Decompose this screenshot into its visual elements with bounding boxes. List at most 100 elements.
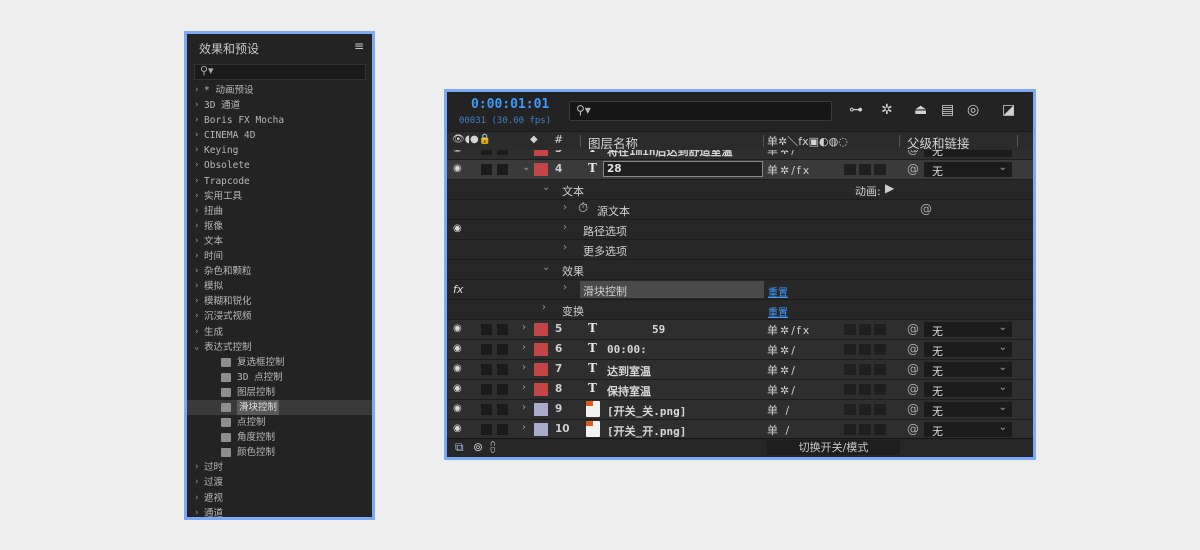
expand-chevron-icon[interactable]: › <box>522 402 526 413</box>
expand-chevron-icon[interactable]: › <box>194 143 199 158</box>
visibility-eye-icon[interactable]: ◉ <box>453 363 462 374</box>
layer-name[interactable]: [开关_关.png] <box>607 403 686 419</box>
parent-dropdown[interactable]: 无⌄ <box>924 382 1012 398</box>
layer-switches[interactable]: 单✲/ <box>767 362 797 378</box>
parent-dropdown[interactable]: 无⌄ <box>924 422 1012 438</box>
layer-row[interactable]: ◉ › 10 [开关_开.png] 单 / @ 无 ⌄ <box>447 420 1033 440</box>
effect-category[interactable]: › 扭曲 <box>187 204 372 219</box>
layer-row[interactable]: ◉ › 9 [开关_关.png] 单 / @ 无 ⌄ <box>447 400 1033 420</box>
transform-row[interactable]: › 变换 重置 <box>447 300 1033 320</box>
layer-switches[interactable]: 单 / <box>767 402 791 418</box>
parent-dropdown[interactable]: 无⌄ <box>924 162 1012 178</box>
transfer-controls-icon[interactable]: ⊚ <box>473 440 483 454</box>
graph-editor-icon[interactable]: ◪ <box>1002 102 1015 118</box>
layer-row[interactable]: ◉ › 8 T 保持室温 单✲/ @ 无 ⌄ <box>447 380 1033 400</box>
expand-chevron-icon[interactable]: › <box>522 422 526 433</box>
expand-chevron-icon[interactable]: › <box>520 150 524 153</box>
layer-row[interactable]: ◉ › 3 T 将在1min后达到舒适室温 单✲/ @ 无⌄ <box>447 150 1033 160</box>
effect-category[interactable]: › 文本 <box>187 234 372 249</box>
parent-dropdown[interactable]: 无⌄ <box>924 342 1012 358</box>
label-column-icon[interactable]: ◆ <box>530 134 538 145</box>
label-color-swatch[interactable] <box>534 163 548 176</box>
frame-blending-icon[interactable]: ▤ <box>941 102 954 118</box>
effect-name[interactable]: 滑块控制 <box>583 283 627 299</box>
pick-whip-icon[interactable]: @ <box>907 402 919 416</box>
expand-chevron-icon[interactable]: › <box>194 174 199 189</box>
effect-category[interactable]: › * 动画预设 <box>187 83 372 98</box>
collapse-chevron-icon[interactable]: ⌄ <box>522 162 530 173</box>
effect-item[interactable]: 滑块控制 <box>187 399 372 416</box>
expand-chevron-icon[interactable]: › <box>194 98 199 113</box>
shy-layers-icon[interactable]: ⏏ <box>914 102 927 118</box>
expand-chevron-icon[interactable]: › <box>194 264 199 279</box>
toggle-switches-modes[interactable]: 切换开关/模式 <box>767 440 900 455</box>
reset-link[interactable]: 重置 <box>768 284 788 299</box>
visibility-eye-icon[interactable]: ◉ <box>453 383 462 394</box>
effect-category[interactable]: › Trapcode <box>187 174 372 189</box>
effect-category[interactable]: › 模拟 <box>187 279 372 294</box>
layer-switches[interactable]: 单✲/ <box>767 150 797 158</box>
effect-category[interactable]: › Boris FX Mocha <box>187 113 372 128</box>
expand-chevron-icon[interactable]: › <box>194 128 199 143</box>
expand-chevron-icon[interactable]: › <box>194 249 199 264</box>
collapse-chevron-icon[interactable]: ⌄ <box>194 340 199 355</box>
effect-item[interactable]: 点控制 <box>187 415 372 430</box>
effect-row[interactable]: fx › 滑块控制 重置 <box>447 280 1033 300</box>
layer-row[interactable]: ◉ › 6 T 00:00: 单✲/ @ 无 ⌄ <box>447 340 1033 360</box>
effect-category[interactable]: › 生成 <box>187 325 372 340</box>
more-options-row[interactable]: › 更多选项 <box>447 240 1033 260</box>
label-color-swatch[interactable] <box>534 423 548 436</box>
layer-name[interactable]: 28 <box>607 163 622 175</box>
effect-category[interactable]: › 沉浸式视频 <box>187 309 372 324</box>
comp-flowchart-icon[interactable]: ⊶ <box>849 102 863 118</box>
expand-chevron-icon[interactable]: › <box>194 204 199 219</box>
visibility-eye-icon[interactable]: ◉ <box>453 323 462 334</box>
pick-whip-icon[interactable]: @ <box>920 202 932 216</box>
pick-whip-icon[interactable]: @ <box>907 382 919 396</box>
expand-chevron-icon[interactable]: › <box>563 282 567 293</box>
pick-whip-icon[interactable]: @ <box>907 322 919 336</box>
effect-category[interactable]: › 杂色和颗粒 <box>187 264 372 279</box>
av-features-icons[interactable]: 👁◖●🔒 <box>452 134 491 145</box>
pick-whip-icon[interactable]: @ <box>907 342 919 356</box>
effect-category[interactable]: ⌄ 表达式控制 <box>187 340 372 355</box>
timecode-display[interactable]: 0:00:01:01 <box>471 97 549 112</box>
switches-column[interactable]: 单✲＼fx▣◐◍◌ <box>767 133 848 149</box>
expand-chevron-icon[interactable]: › <box>194 325 199 340</box>
in-out-icon[interactable]: ⩉ <box>490 440 495 455</box>
label-color-swatch[interactable] <box>534 150 548 156</box>
parent-dropdown[interactable]: 无⌄ <box>924 402 1012 418</box>
effect-category[interactable]: › 模糊和锐化 <box>187 294 372 309</box>
label-color-swatch[interactable] <box>534 403 548 416</box>
layer-switches[interactable]: 单✲/ <box>767 382 797 398</box>
stopwatch-icon[interactable]: ⏱ <box>578 201 588 216</box>
pick-whip-icon[interactable]: @ <box>907 422 919 436</box>
expand-chevron-icon[interactable]: › <box>194 113 199 128</box>
expand-chevron-icon[interactable]: › <box>194 294 199 309</box>
effect-item[interactable]: 颜色控制 <box>187 445 372 460</box>
draft-3d-icon[interactable]: ✲ <box>881 102 893 118</box>
pick-whip-icon[interactable]: @ <box>907 362 919 376</box>
effect-category[interactable]: › 过时 <box>187 460 372 475</box>
expand-chevron-icon[interactable]: › <box>194 219 199 234</box>
collapse-chevron-icon[interactable]: ⌄ <box>542 182 550 193</box>
expand-chevron-icon[interactable]: › <box>194 475 199 490</box>
expand-chevron-icon[interactable]: › <box>522 362 526 373</box>
visibility-eye-icon[interactable]: ◉ <box>453 343 462 354</box>
expand-chevron-icon[interactable]: › <box>194 491 199 506</box>
layer-name[interactable]: 59 <box>652 323 665 336</box>
expand-chevron-icon[interactable]: › <box>194 506 199 517</box>
layer-name[interactable]: 将在1min后达到舒适室温 <box>607 150 733 159</box>
expand-chevron-icon[interactable]: › <box>194 309 199 324</box>
label-color-swatch[interactable] <box>534 363 548 376</box>
layer-name[interactable]: 00:00: <box>607 343 647 356</box>
play-animate-icon[interactable]: ▶ <box>885 181 894 195</box>
source-text-row[interactable]: › ⏱ 源文本 @ <box>447 200 1033 220</box>
layer-row[interactable]: ◉ › 5 T 59 单✲/fx @ 无 ⌄ <box>447 320 1033 340</box>
effect-category[interactable]: › CINEMA 4D <box>187 128 372 143</box>
expand-chevron-icon[interactable]: › <box>563 242 567 253</box>
layer-switches[interactable]: 单✲/ <box>767 342 797 358</box>
expand-chevron-icon[interactable]: › <box>194 158 199 173</box>
motion-blur-icon[interactable]: ◎ <box>967 102 979 118</box>
layer-switches[interactable]: 单✲/fx <box>767 322 811 338</box>
